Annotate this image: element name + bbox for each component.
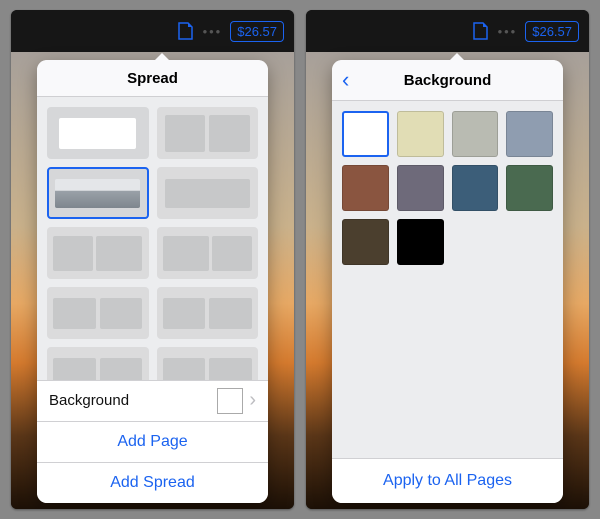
popover-title: Spread	[37, 60, 268, 97]
color-swatch-8[interactable]	[506, 165, 553, 211]
layout-option-7[interactable]	[47, 287, 149, 339]
popover-caret	[448, 53, 466, 62]
color-swatch-2[interactable]	[397, 111, 444, 157]
color-swatch-10[interactable]	[397, 219, 444, 265]
color-swatch-7[interactable]	[452, 165, 499, 211]
page-icon[interactable]	[178, 22, 193, 40]
color-swatch-3[interactable]	[452, 111, 499, 157]
back-button[interactable]: ‹	[342, 60, 349, 100]
layout-scroll[interactable]	[37, 97, 268, 379]
swatch-scroll[interactable]	[332, 101, 563, 458]
add-page-button[interactable]: Add Page	[37, 421, 268, 462]
app-toolbar: ••• $26.57	[306, 10, 589, 53]
layout-option-2[interactable]	[157, 107, 259, 159]
background-row-label: Background	[49, 392, 129, 409]
chevron-right-icon: ›	[249, 389, 256, 412]
layout-option-3[interactable]	[47, 167, 149, 219]
price-badge[interactable]: $26.57	[525, 21, 579, 42]
right-phone: ••• $26.57 ‹ Background Apply to All Pag…	[306, 10, 589, 509]
layout-option-10[interactable]	[157, 347, 259, 379]
layout-option-6[interactable]	[157, 227, 259, 279]
apply-all-pages-button[interactable]: Apply to All Pages	[332, 458, 563, 503]
more-icon[interactable]: •••	[203, 24, 223, 39]
layout-grid	[47, 107, 258, 379]
layout-option-1[interactable]	[47, 107, 149, 159]
popover-title: ‹ Background	[332, 60, 563, 101]
layout-option-5[interactable]	[47, 227, 149, 279]
color-swatch-4[interactable]	[506, 111, 553, 157]
color-swatch-1[interactable]	[342, 111, 389, 157]
price-badge[interactable]: $26.57	[230, 21, 284, 42]
left-phone: ••• $26.57 Spread	[11, 10, 294, 509]
layout-option-9[interactable]	[47, 347, 149, 379]
spread-popover: Spread	[37, 60, 268, 503]
more-icon[interactable]: •••	[498, 24, 518, 39]
color-swatch-5[interactable]	[342, 165, 389, 211]
color-swatch-9[interactable]	[342, 219, 389, 265]
layout-option-8[interactable]	[157, 287, 259, 339]
add-spread-button[interactable]: Add Spread	[37, 462, 268, 503]
popover-title-label: Background	[404, 72, 492, 89]
background-popover: ‹ Background Apply to All Pages	[332, 60, 563, 503]
popover-caret	[153, 53, 171, 62]
page-icon[interactable]	[473, 22, 488, 40]
current-background-swatch	[217, 388, 243, 414]
layout-option-4[interactable]	[157, 167, 259, 219]
color-swatch-6[interactable]	[397, 165, 444, 211]
background-row[interactable]: Background ›	[37, 380, 268, 421]
app-toolbar: ••• $26.57	[11, 10, 294, 53]
swatch-grid	[342, 111, 553, 265]
